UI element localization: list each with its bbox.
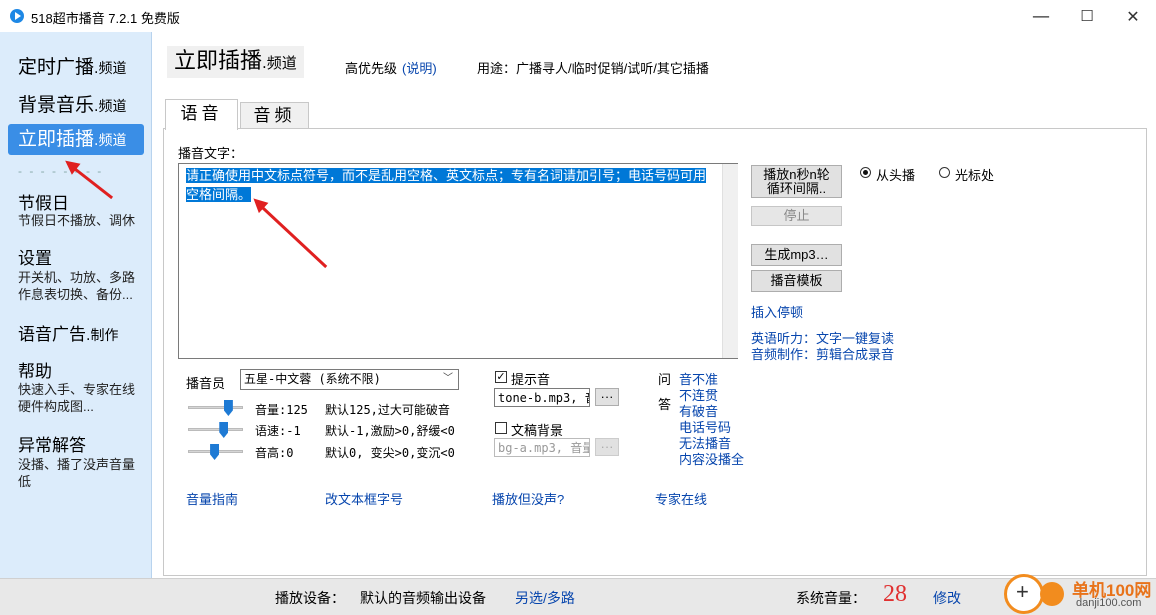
watermark-logo-icon xyxy=(1004,574,1044,614)
device-name: 默认的音频输出设备 xyxy=(360,590,486,606)
nav-scheduled-broadcast[interactable]: 定时广播.频道 xyxy=(18,52,126,79)
radio-from-start[interactable] xyxy=(860,167,871,178)
title-bar: 518超市播音 7.2.1 免费版 — ☐ ✕ xyxy=(0,0,1156,32)
stop-button[interactable]: 停止 xyxy=(751,206,842,226)
background-music-browse-button[interactable]: ··· xyxy=(595,438,619,456)
priority-help-link[interactable]: (说明) xyxy=(402,58,437,77)
volume-slider-track[interactable] xyxy=(188,406,243,409)
watermark-dot-icon xyxy=(1040,582,1064,606)
usage-text: 用途：广播寻人/临时促销/试听/其它插播 xyxy=(477,61,709,76)
no-sound-link[interactable]: 播放但没声? xyxy=(492,489,564,508)
priority-label: 高优先级 xyxy=(345,61,398,76)
system-volume-label: 系统音量： xyxy=(796,590,866,606)
nav-holiday-desc: 节假日不播放、调休 xyxy=(18,213,136,228)
prompt-tone-browse-button[interactable]: ··· xyxy=(595,388,619,406)
nav-scheduled-suffix: .频道 xyxy=(94,61,127,77)
modify-volume-link[interactable]: 修改 xyxy=(933,588,961,608)
speed-hint: 默认-1,激励>0,舒缓<0 xyxy=(325,424,455,438)
prompt-tone-checkbox[interactable]: ✓ xyxy=(495,371,507,383)
pitch-label: 音高:0 xyxy=(255,446,294,460)
tab-audio[interactable]: 音频 xyxy=(240,102,309,129)
nav-scheduled-label: 定时广播 xyxy=(18,56,95,78)
qa-a-label: 答 xyxy=(658,397,672,412)
nav-voice-ad-suffix: .制作 xyxy=(86,328,119,344)
volume-guide-link[interactable]: 音量指南 xyxy=(186,489,238,508)
nav-instant-label: 立即插播 xyxy=(18,128,95,150)
broadcast-text: 请正确使用中文标点符号，而不是乱用空格、英文标点；专有名词请加引号；电话号码可用… xyxy=(186,166,716,204)
text-scrollbar[interactable] xyxy=(722,164,738,358)
font-size-link[interactable]: 改文本框字号 xyxy=(325,489,403,508)
background-music-file[interactable]: bg-a.mp3, 音量 xyxy=(494,438,590,457)
nav-help-desc: 快速入手、专家在线硬件构成图... xyxy=(18,382,136,414)
device-select-link[interactable]: 另选/多路 xyxy=(515,588,575,608)
nav-settings[interactable]: 设置 xyxy=(18,244,52,269)
expert-online-link[interactable]: 专家在线 xyxy=(655,489,707,508)
radio-at-cursor[interactable] xyxy=(939,167,950,178)
broadcast-text-line-1: 请正确使用中文标点符号，而不是乱用空格、英文标点；专有名词请加引号；电话号码可用 xyxy=(186,168,707,183)
loop-play-button[interactable]: 播放n秒n轮 循环间隔.. xyxy=(751,165,842,198)
radio-from-start-label: 从头播 xyxy=(876,168,916,183)
maximize-button[interactable]: ☐ xyxy=(1064,0,1110,32)
broadcast-text-line-2: 空格间隔。 xyxy=(186,187,252,202)
background-music-label: 文稿背景 xyxy=(511,423,564,438)
audio-production-link[interactable]: 音频制作：剪辑合成录音 xyxy=(751,344,894,363)
tab-voice[interactable]: 语音 xyxy=(165,99,238,130)
announcer-select[interactable]: 五星-中文蓉 (系统不限) ﹀ xyxy=(240,369,459,390)
broadcast-template-button[interactable]: 播音模板 xyxy=(751,270,842,292)
page-title-text: 立即插播 xyxy=(174,49,263,74)
speed-slider-track[interactable] xyxy=(188,428,243,431)
nav-instant-suffix: .频道 xyxy=(94,133,127,149)
watermark-url: danji100.com xyxy=(1076,597,1142,609)
qa-link[interactable]: 内容没播全 xyxy=(679,449,744,468)
radio-at-cursor-label: 光标处 xyxy=(955,168,995,183)
nav-voice-ad-label: 语音广告 xyxy=(18,325,86,345)
background-music-checkbox[interactable] xyxy=(495,422,507,434)
nav-bgm-suffix: .频道 xyxy=(94,99,127,115)
volume-hint: 默认125,过大可能破音 xyxy=(325,403,450,417)
generate-mp3-button[interactable]: 生成mp3… xyxy=(751,244,842,266)
sidebar: 定时广播.频道 背景音乐.频道 立即插播.频道 - - - - - - - - … xyxy=(0,32,152,578)
page-title-suffix: .频道 xyxy=(262,54,297,72)
insert-pause-link[interactable]: 插入停顿 xyxy=(751,302,803,321)
system-volume-value: 28 xyxy=(883,581,907,607)
nav-troubleshoot-desc: 没播、播了没声音量低 xyxy=(18,457,136,489)
prompt-tone-file[interactable]: tone-b.mp3, 音 xyxy=(494,388,590,407)
nav-holiday[interactable]: 节假日 xyxy=(18,189,69,214)
page-title: 立即插播.频道 xyxy=(167,46,304,78)
close-button[interactable]: ✕ xyxy=(1110,0,1156,32)
announcer-label: 播音员 xyxy=(186,376,226,391)
volume-label: 音量:125 xyxy=(255,403,308,417)
speed-label: 语速:-1 xyxy=(255,424,301,438)
minimize-button[interactable]: — xyxy=(1018,0,1064,32)
nav-instant-broadcast[interactable]: 立即插播.频道 xyxy=(8,124,144,155)
announcer-selected: 五星-中文蓉 (系统不限) xyxy=(244,372,381,386)
status-bar: 播放设备： 默认的音频输出设备 另选/多路 系统音量： 28 修改 xyxy=(0,578,1156,615)
qa-q-label: 问 xyxy=(658,372,672,387)
nav-troubleshoot[interactable]: 异常解答 xyxy=(18,431,86,456)
prompt-tone-label: 提示音 xyxy=(511,372,551,387)
window-title: 518超市播音 7.2.1 免费版 xyxy=(31,11,180,26)
pitch-hint: 默认0, 变尖>0,变沉<0 xyxy=(325,446,455,460)
chevron-down-icon: ﹀ xyxy=(443,373,453,384)
app-icon xyxy=(10,9,24,23)
device-label: 播放设备： xyxy=(275,590,345,606)
text-label: 播音文字： xyxy=(178,146,244,161)
nav-settings-desc: 开关机、功放、多路作息表切换、备份... xyxy=(18,270,136,302)
nav-bgm-label: 背景音乐 xyxy=(18,94,95,116)
nav-help[interactable]: 帮助 xyxy=(18,357,52,382)
nav-background-music[interactable]: 背景音乐.频道 xyxy=(18,90,126,117)
nav-voice-ad[interactable]: 语音广告.制作 xyxy=(18,320,118,345)
